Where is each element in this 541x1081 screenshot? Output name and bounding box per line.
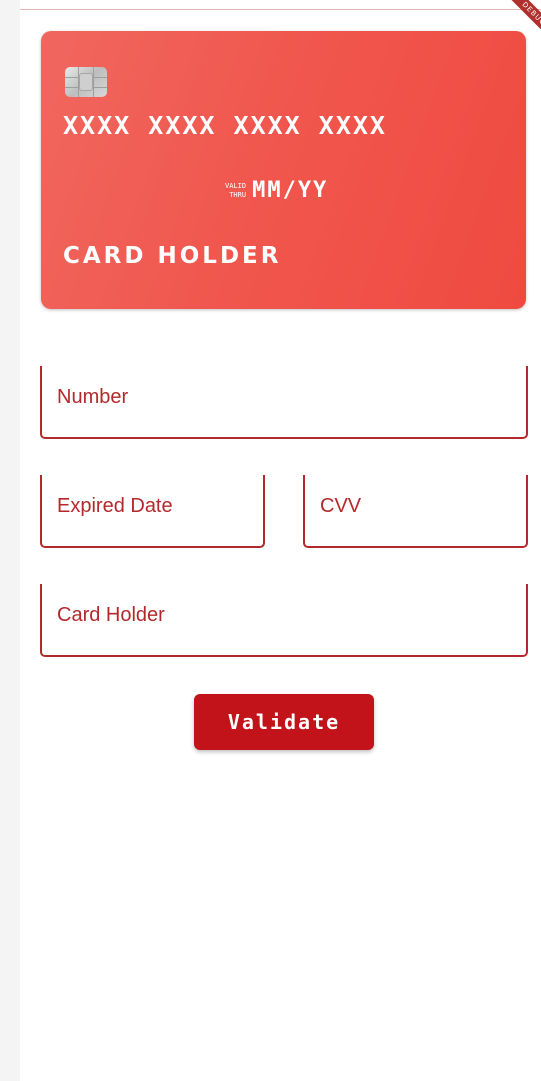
cvv-field[interactable]: CVV [303, 475, 528, 548]
card-holder-display: CARD HOLDER [63, 243, 282, 269]
expired-date-field[interactable]: Expired Date [40, 475, 265, 548]
card-holder-field-label: Card Holder [57, 604, 165, 626]
card-expiry-group: VALID THRU MM/YY [225, 178, 328, 203]
card-chip-icon [65, 67, 107, 97]
app-screen: DEBUG XXXX XXXX XXXX XXXX VALID THRU MM/… [20, 0, 541, 1081]
card-expiry-display: MM/YY [252, 178, 329, 203]
app-bar-divider [20, 9, 541, 10]
cvv-field-label: CVV [320, 495, 362, 517]
credit-card-preview: XXXX XXXX XXXX XXXX VALID THRU MM/YY CAR… [41, 31, 526, 309]
valid-thru-label: VALID THRU [225, 182, 246, 200]
valid-label-bottom: THRU [229, 190, 247, 199]
card-holder-field[interactable]: Card Holder [40, 584, 528, 657]
card-number-field-label: Number [57, 386, 129, 408]
expired-date-field-label: Expired Date [57, 495, 173, 517]
card-number-display: XXXX XXXX XXXX XXXX [63, 111, 387, 140]
validate-button[interactable]: Validate [194, 694, 374, 750]
valid-label-top: VALID [225, 181, 247, 190]
card-number-field[interactable]: Number [40, 366, 528, 439]
